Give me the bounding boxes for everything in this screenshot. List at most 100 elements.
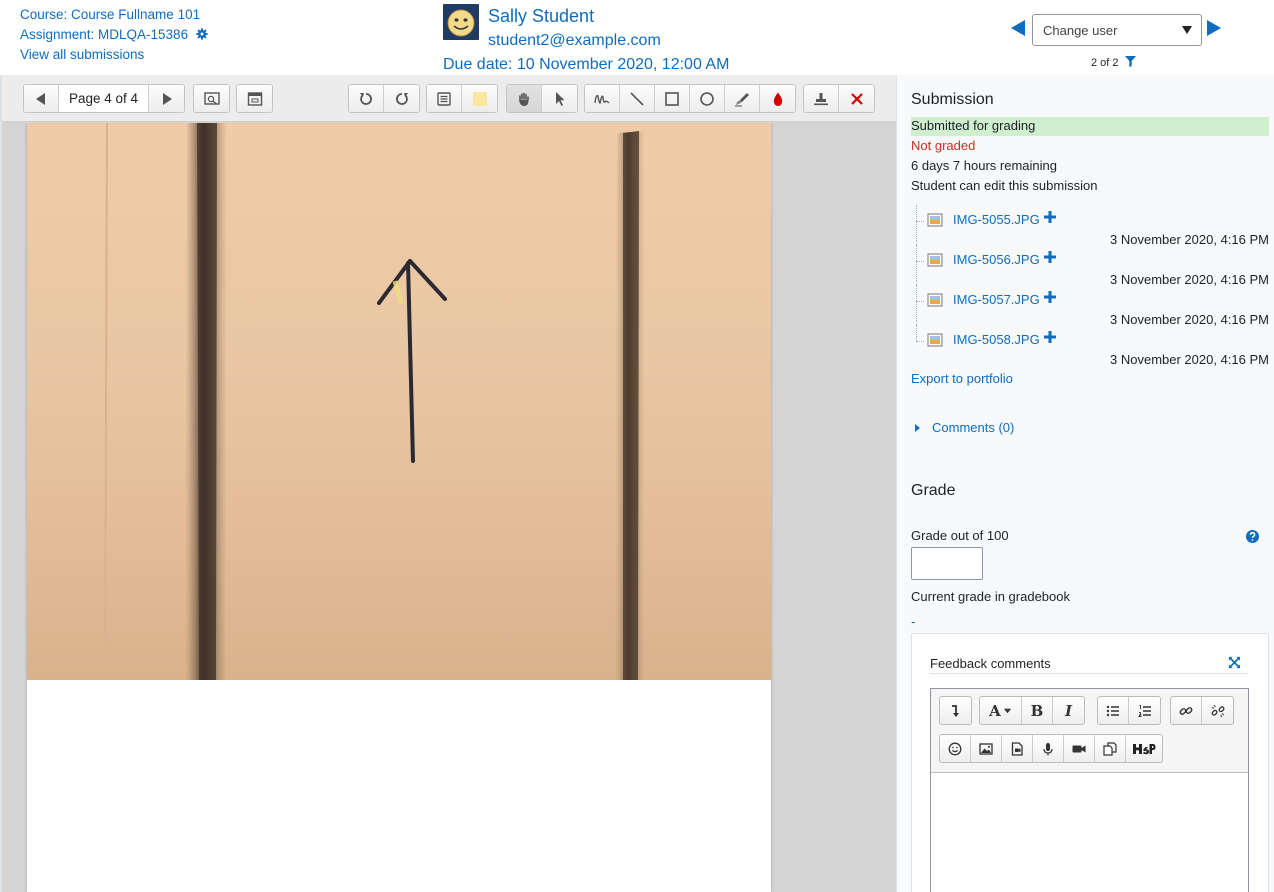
image-file-icon [927, 213, 943, 227]
file-date: 3 November 2020, 4:16 PM [1110, 352, 1269, 367]
unlink-button[interactable] [1202, 697, 1233, 724]
export-to-portfolio-link[interactable]: Export to portfolio [911, 371, 1013, 386]
user-email-link[interactable]: student2@example.com [488, 32, 661, 50]
expand-icon[interactable] [1228, 656, 1241, 669]
annotation-viewer: Page 4 of 4 [2, 75, 896, 892]
highlighter-icon [735, 92, 749, 106]
feedback-label: Feedback comments [930, 656, 1051, 671]
plus-icon[interactable] [1044, 251, 1056, 263]
record-audio-button[interactable] [1033, 735, 1064, 762]
filter-icon[interactable] [1124, 56, 1136, 67]
rotate-left-button[interactable] [349, 85, 384, 112]
course-link[interactable]: Course: Course Fullname 101 [20, 7, 200, 22]
grade-input[interactable] [911, 547, 983, 580]
file-date: 3 November 2020, 4:16 PM [1110, 272, 1269, 287]
file-link[interactable]: IMG-5057.JPG [953, 292, 1040, 307]
cursor-arrow-icon [555, 91, 564, 106]
search-comments-button[interactable] [194, 85, 229, 112]
record-video-button[interactable] [1064, 735, 1095, 762]
close-icon [850, 92, 863, 105]
annotation-toolbar: Page 4 of 4 [2, 75, 896, 122]
expand-comments-button[interactable] [237, 85, 272, 112]
drawing-tools-group [584, 84, 796, 113]
copy-files-icon [1103, 741, 1117, 756]
rectangle-icon [665, 91, 679, 106]
link-group [1170, 696, 1234, 725]
stamp-group [803, 84, 875, 113]
bullet-list-icon [1106, 705, 1119, 716]
comment-icon [437, 91, 451, 106]
media-button[interactable] [1002, 735, 1033, 762]
current-grade-value[interactable]: - [911, 614, 915, 629]
change-user-placeholder: Change user [1043, 23, 1118, 38]
select-tool-button[interactable] [542, 85, 577, 112]
file-link[interactable]: IMG-5056.JPG [953, 252, 1040, 267]
file-link[interactable]: IMG-5058.JPG [953, 332, 1040, 347]
user-count-text: 2 of 2 [1091, 57, 1119, 69]
previous-page-button[interactable] [24, 85, 59, 112]
emoticon-button[interactable] [940, 735, 971, 762]
h5p-icon [1133, 743, 1156, 754]
caret-down-icon [1003, 708, 1011, 714]
previous-user-icon[interactable] [1011, 20, 1025, 36]
highlight-tool-button[interactable] [725, 85, 760, 112]
comment-color-button[interactable] [462, 85, 497, 112]
next-user-icon[interactable] [1207, 20, 1221, 36]
italic-button[interactable]: I [1053, 697, 1084, 724]
user-name-link[interactable]: Sally Student [488, 6, 594, 27]
file-link[interactable]: IMG-5055.JPG [953, 212, 1040, 227]
oval-tool-button[interactable] [690, 85, 725, 112]
scribble-icon [594, 94, 610, 104]
manage-files-button[interactable] [1095, 735, 1126, 762]
triangle-right-icon [162, 92, 172, 105]
change-user-select[interactable]: Change user [1032, 14, 1202, 46]
font-style-icon: A [989, 701, 1001, 720]
header-links: Course: Course Fullname 101 Assignment: … [20, 5, 208, 65]
ordered-list-button[interactable] [1129, 697, 1160, 724]
list-group [1097, 696, 1161, 725]
assignment-link[interactable]: Assignment: MDLQA-15386 [20, 27, 188, 42]
paragraph-styles-button[interactable]: A [980, 697, 1022, 724]
plus-icon[interactable] [1044, 331, 1056, 343]
due-date: Due date: 10 November 2020, 12:00 AM [443, 56, 730, 73]
gear-icon[interactable] [196, 28, 208, 40]
pen-tool-button[interactable] [585, 85, 620, 112]
image-button[interactable] [971, 735, 1002, 762]
h5p-button[interactable] [1126, 735, 1162, 762]
bold-button[interactable]: B [1022, 697, 1053, 724]
grade-heading: Grade [911, 482, 956, 499]
rectangle-tool-button[interactable] [655, 85, 690, 112]
level-down-icon [951, 704, 959, 717]
unordered-list-button[interactable] [1098, 697, 1129, 724]
help-icon[interactable] [1246, 530, 1259, 543]
line-tool-button[interactable] [620, 85, 655, 112]
rotate-right-button[interactable] [384, 85, 419, 112]
line-icon [630, 91, 644, 106]
file-row: IMG-5056.JPG 3 November 2020, 4:16 PM [911, 245, 1269, 289]
grader-header: Course: Course Fullname 101 Assignment: … [0, 0, 1274, 75]
plus-icon[interactable] [1044, 291, 1056, 303]
smiley-icon [948, 742, 962, 755]
show-more-buttons[interactable] [940, 697, 971, 724]
comments-toggle[interactable]: Comments (0) [915, 420, 1014, 435]
delete-tool-button[interactable] [839, 85, 874, 112]
comment-tool-button[interactable] [427, 85, 462, 112]
document-media-icon [1011, 741, 1023, 756]
document-page[interactable] [27, 123, 771, 892]
next-page-button[interactable] [149, 85, 184, 112]
media-group [939, 734, 1163, 763]
file-row: IMG-5055.JPG 3 November 2020, 4:16 PM [911, 205, 1269, 249]
rotate-left-icon [360, 92, 372, 105]
link-button[interactable] [1171, 697, 1202, 724]
current-grade-label: Current grade in gradebook [911, 589, 1070, 604]
page-select[interactable]: Page 4 of 4 [59, 85, 149, 112]
view-all-submissions-link[interactable]: View all submissions [20, 47, 144, 62]
stamp-tool-button[interactable] [804, 85, 839, 112]
plus-icon[interactable] [1044, 211, 1056, 223]
document-area[interactable] [2, 123, 896, 892]
link-icon [1179, 706, 1193, 715]
pan-tool-button[interactable] [507, 85, 542, 112]
file-date: 3 November 2020, 4:16 PM [1110, 312, 1269, 327]
avatar[interactable] [443, 4, 479, 40]
annotation-color-button[interactable] [760, 85, 795, 112]
